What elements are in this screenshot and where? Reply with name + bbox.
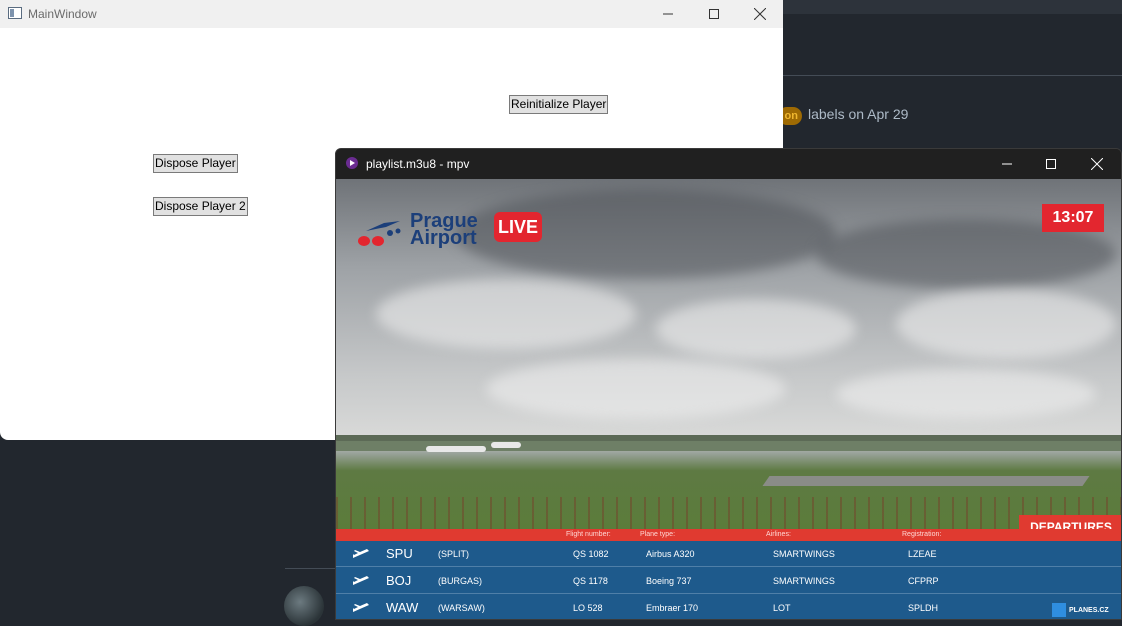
- planes-logo-icon: [1052, 603, 1066, 617]
- row-city: (SPLIT): [438, 549, 470, 559]
- row-plane: Embraer 170: [646, 603, 699, 613]
- header-registration: Registration:: [902, 531, 942, 538]
- maximize-icon: [709, 9, 719, 19]
- cloud: [656, 299, 856, 359]
- row-city: (BURGAS): [438, 576, 483, 586]
- row-plane: Boeing 737: [646, 576, 692, 586]
- minimize-icon: [1002, 163, 1012, 165]
- airport-logo-icon: [358, 221, 401, 246]
- cloud: [376, 279, 636, 349]
- header-airlines: Airlines:: [766, 531, 791, 538]
- header-plane-type: Plane type:: [640, 531, 676, 538]
- row-plane: Airbus A320: [646, 549, 695, 559]
- main-window-titlebar[interactable]: MainWindow: [0, 0, 783, 28]
- dispose-player-2-button[interactable]: Dispose Player 2: [153, 197, 248, 216]
- activity-text: labels on Apr 29: [808, 106, 909, 122]
- row-airline: SMARTWINGS: [773, 549, 835, 559]
- reinitialize-player-button[interactable]: Reinitialize Player: [509, 95, 609, 114]
- cloud: [896, 289, 1116, 359]
- live-badge: LIVE: [494, 212, 542, 242]
- logo-line-2: Airport: [410, 227, 477, 249]
- board-header: Flight number: Plane type: Airlines: Reg…: [336, 529, 1121, 541]
- runway: [762, 476, 1090, 486]
- minimize-button[interactable]: [645, 0, 691, 28]
- departure-plane-icon: [353, 603, 369, 612]
- row-code: WAW: [386, 600, 419, 615]
- row-flight: LO 528: [573, 603, 603, 613]
- minimize-icon: [663, 13, 673, 15]
- table-row: BOJ (BURGAS) QS 1178 Boeing 737 SMARTWIN…: [336, 568, 1121, 594]
- dispose-player-button[interactable]: Dispose Player: [153, 154, 238, 173]
- mpv-titlebar[interactable]: playlist.m3u8 - mpv: [336, 149, 1121, 179]
- cloud: [836, 369, 1096, 419]
- fence: [336, 497, 1121, 529]
- table-row: SPU (SPLIT) QS 1082 Airbus A320 SMARTWIN…: [336, 541, 1121, 567]
- window-app-icon: [8, 7, 22, 19]
- close-icon: [1091, 158, 1103, 170]
- close-icon: [754, 8, 766, 20]
- row-city: (WARSAW): [438, 603, 485, 613]
- close-button[interactable]: [737, 0, 783, 28]
- row-airline: LOT: [773, 603, 791, 613]
- mpv-close-button[interactable]: [1074, 149, 1120, 179]
- parked-plane: [426, 446, 486, 452]
- mpv-window: playlist.m3u8 - mpv Prague Airport LIVE …: [335, 148, 1122, 620]
- table-row: WAW (WARSAW) LO 528 Embraer 170 LOT SPLD…: [336, 595, 1121, 619]
- watermark-text: PLANES.CZ: [1069, 606, 1109, 614]
- cloud: [486, 359, 786, 419]
- video-frame[interactable]: Prague Airport LIVE 13:07 DEPARTURES Fli…: [336, 179, 1121, 619]
- mpv-window-title: playlist.m3u8 - mpv: [366, 157, 470, 171]
- mpv-app-icon: [346, 157, 358, 169]
- row-registration: SPLDH: [908, 603, 939, 613]
- header-flight-number: Flight number:: [566, 531, 611, 538]
- parked-plane: [491, 442, 521, 448]
- maximize-icon: [1046, 159, 1056, 169]
- planes-cz-watermark: PLANES.CZ: [1052, 603, 1109, 618]
- avatar[interactable]: [284, 586, 324, 626]
- mpv-maximize-button[interactable]: [1028, 149, 1074, 179]
- row-registration: CFPRP: [908, 576, 939, 586]
- row-flight: QS 1178: [573, 576, 608, 586]
- departure-plane-icon: [353, 549, 369, 558]
- clock: 13:07: [1042, 204, 1104, 232]
- row-registration: LZEAE: [908, 549, 937, 559]
- row-code: BOJ: [386, 573, 412, 588]
- maximize-button[interactable]: [691, 0, 737, 28]
- row-flight: QS 1082: [573, 549, 609, 559]
- logo-text: Prague Airport: [410, 211, 478, 249]
- main-window-title: MainWindow: [28, 7, 97, 21]
- prague-airport-logo: Prague Airport: [356, 211, 486, 249]
- departure-plane-icon: [353, 576, 369, 585]
- background-divider: [783, 75, 1122, 76]
- departures-board: SPU (SPLIT) QS 1082 Airbus A320 SMARTWIN…: [336, 541, 1121, 619]
- row-airline: SMARTWINGS: [773, 576, 835, 586]
- mpv-minimize-button[interactable]: [984, 149, 1030, 179]
- row-code: SPU: [386, 546, 413, 561]
